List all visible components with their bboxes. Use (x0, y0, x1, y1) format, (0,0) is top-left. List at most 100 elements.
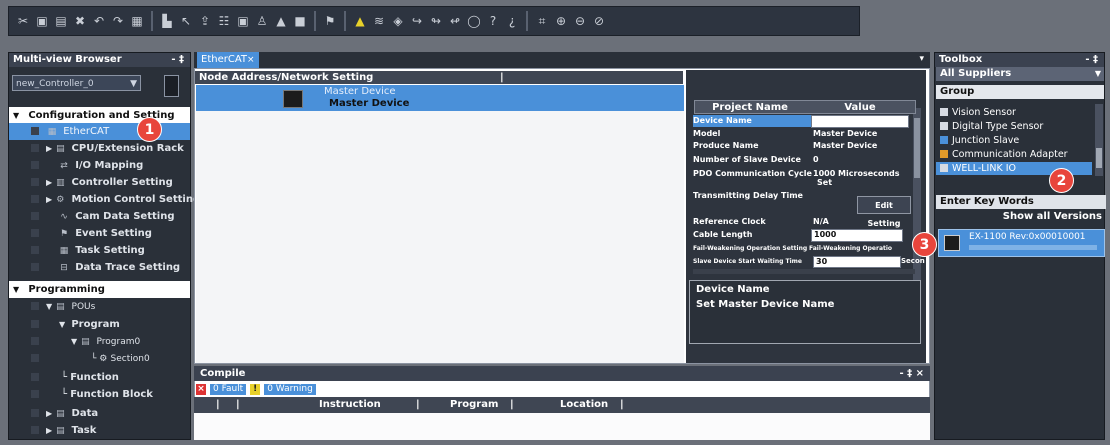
zoom-in-icon[interactable]: ⊕ (553, 13, 569, 29)
panel-controls[interactable]: - ‡ × (900, 366, 925, 381)
step-icon[interactable]: ⚑ (322, 13, 338, 29)
tree-task[interactable]: ▶ ▤ Task (9, 422, 190, 439)
fault-filter[interactable]: 0 Fault (210, 383, 247, 395)
slave-start-wait-input[interactable]: 30 (813, 256, 901, 268)
zoom-out-icon[interactable]: ⊖ (572, 13, 588, 29)
device-name-input[interactable] (811, 115, 909, 128)
help2-icon[interactable]: ¿ (504, 13, 520, 29)
monitor-icon[interactable]: ▲ (273, 13, 289, 29)
tab-ethercat[interactable]: EtherCAT× (197, 52, 259, 68)
tree-data-trace-setting[interactable]: ⊟ Data Trace Setting (9, 259, 190, 276)
tree-io-mapping[interactable]: ⇄ I/O Mapping (9, 157, 190, 174)
transfer-icon[interactable]: ↖ (178, 13, 194, 29)
upload-icon[interactable]: ⇪ (197, 13, 213, 29)
prop-name: Produce Name (693, 141, 759, 150)
step-in-icon[interactable]: ↪ (409, 13, 425, 29)
callout-1: 1 (137, 117, 162, 142)
tree-cpu-extension-rack[interactable]: ▶ ▤ CPU/Extension Rack (9, 140, 190, 157)
tree-configuration-and-setting[interactable]: ▼ Configuration and Setting (9, 107, 190, 124)
prop-value: Master Device (813, 129, 878, 138)
undo-icon[interactable]: ↶ (91, 13, 107, 29)
group-vision-sensor[interactable]: Vision Sensor (936, 106, 1100, 119)
expand-icon: ▶ (46, 178, 53, 187)
browser-title: Multi-view Browser (13, 54, 122, 65)
help-icon[interactable]: ? (485, 13, 501, 29)
break-icon[interactable]: ◈ (390, 13, 406, 29)
pin-icon[interactable]: - ‡ (1085, 53, 1098, 67)
offline-icon[interactable]: ♙ (254, 13, 270, 29)
supplier-select[interactable]: All Suppliers ▼ (936, 67, 1104, 81)
tree-task-setting[interactable]: ▦ Task Setting (9, 242, 190, 259)
reset-icon[interactable]: ◯ (466, 13, 482, 29)
prop-row-fail-weakening[interactable]: Fail-Weakening Operation Setting Fail-We… (693, 243, 908, 254)
tree-pous[interactable]: ▼ ▤ POUs (9, 298, 190, 315)
scrollbar-thumb[interactable] (1096, 148, 1102, 168)
gutter-marker (31, 337, 39, 345)
redo-icon[interactable]: ↷ (110, 13, 126, 29)
tree-program[interactable]: ▼ Program (9, 316, 190, 333)
node-address-header: Node Address/Network Setting | (195, 71, 683, 84)
tree-section0[interactable]: └ ⚙ Section0 (9, 350, 190, 367)
paste-icon[interactable]: ▤ (53, 13, 69, 29)
gutter-marker (31, 144, 39, 152)
tab-dropdown-icon[interactable]: ▾ (919, 54, 924, 64)
prop-row-cable-length[interactable]: Cable Length 1000 (693, 229, 908, 242)
properties-clipped-row (693, 269, 915, 274)
tree-motion-control-setting[interactable]: ▶ ⚙ Motion Control Setting (9, 191, 200, 208)
edit-setting-button[interactable]: Edit Setting (857, 196, 911, 228)
tree-function-block[interactable]: └ Function Block (9, 386, 190, 403)
device-icon[interactable]: ■ (292, 13, 308, 29)
step-over-icon[interactable]: ↬ (428, 13, 444, 29)
tree-controller-setting[interactable]: ▶ ▥ Controller Setting (9, 174, 190, 191)
tree-data[interactable]: ▶ ▤ Data (9, 405, 190, 422)
section-icon: └ ⚙ (91, 354, 108, 364)
expand-icon: ▼ (13, 285, 20, 294)
compare-icon[interactable]: ☷ (216, 13, 232, 29)
group-communication-adapter[interactable]: Communication Adapter (936, 148, 1100, 161)
col-location[interactable]: Location (560, 399, 608, 410)
tree-event-setting[interactable]: ⚑ Event Setting (9, 225, 190, 242)
node-address-header-label: Node Address/Network Setting (199, 72, 374, 83)
master-device-row[interactable]: Master Device Master Device (196, 85, 684, 111)
group-digital-type-sensor[interactable]: Digital Type Sensor (936, 120, 1100, 133)
tree-ethercat[interactable]: ▦ EtherCAT (9, 123, 190, 140)
warning-icon[interactable]: ▲ (352, 13, 368, 29)
network-canvas[interactable] (196, 111, 684, 363)
multi-view-browser: Multi-view Browser - ‡ new_Controller_0 … (8, 52, 200, 440)
show-all-versions[interactable]: Show all Versions (936, 209, 1106, 225)
close-icon[interactable]: × (247, 55, 255, 65)
cut-icon[interactable]: ✂ (15, 13, 31, 29)
column-divider: | (216, 399, 220, 410)
prop-row-number-of-slaves: Number of Slave Device 0 (693, 154, 908, 165)
prop-name: PDO Communication Cycle (693, 169, 812, 178)
col-instruction[interactable]: Instruction (319, 399, 381, 410)
online-icon[interactable]: ▣ (235, 13, 251, 29)
tree-program0[interactable]: ▼ ▤ Program0 (9, 333, 190, 350)
group-junction-slave[interactable]: Junction Slave (936, 134, 1100, 147)
run-icon[interactable]: ≋ (371, 13, 387, 29)
tree-cam-data-setting[interactable]: ∿ Cam Data Setting (9, 208, 190, 225)
zoom-reset-icon[interactable]: ⊘ (591, 13, 607, 29)
pin-icon[interactable]: - ‡ (171, 53, 184, 67)
scrollbar-thumb[interactable] (914, 118, 920, 178)
trace-icon: ⊟ (60, 263, 68, 273)
toolbar-separator (344, 11, 346, 31)
col-program[interactable]: Program (450, 399, 498, 410)
build-icon[interactable]: ▙ (159, 13, 175, 29)
tree-programming[interactable]: ▼ Programming (9, 281, 190, 298)
prop-row-slave-start-wait[interactable]: Slave Device Start Waiting Time 30 Secon (693, 256, 925, 268)
tree-function[interactable]: └ Function (9, 369, 190, 386)
save-icon[interactable]: ▦ (129, 13, 145, 29)
warning-filter[interactable]: 0 Warning (264, 383, 316, 395)
controller-select[interactable]: new_Controller_0 ▼ (12, 75, 141, 91)
group-scrollbar[interactable] (1095, 104, 1103, 176)
copy-icon[interactable]: ▣ (34, 13, 50, 29)
device-ex-1100[interactable]: EX-1100 Rev:0x00010001 (938, 229, 1105, 257)
task-icon: ▦ (59, 246, 69, 256)
group-label: Communication Adapter (952, 149, 1068, 160)
delete-icon[interactable]: ✖ (72, 13, 88, 29)
step-out-icon[interactable]: ↫ (447, 13, 463, 29)
prop-row-device-name[interactable]: Device Name (693, 115, 909, 128)
fit-icon[interactable]: ⌗ (534, 13, 550, 29)
cable-length-input[interactable]: 1000 (811, 229, 903, 242)
